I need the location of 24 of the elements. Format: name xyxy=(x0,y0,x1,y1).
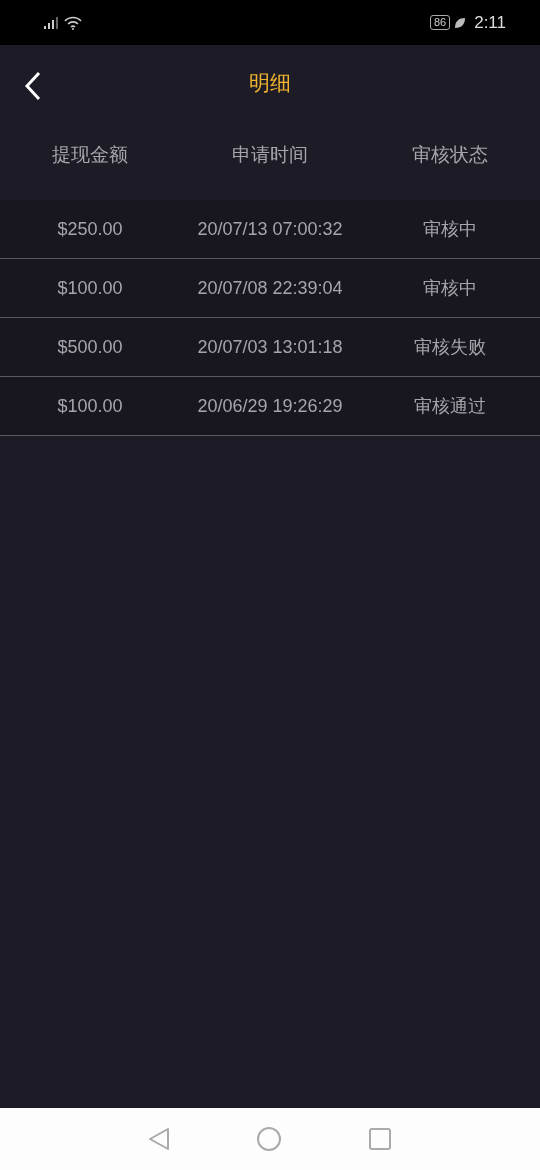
status-cell: 审核中 xyxy=(423,217,477,241)
status-cell: 审核通过 xyxy=(414,394,486,418)
recents-nav-icon[interactable] xyxy=(368,1127,392,1151)
home-nav-icon[interactable] xyxy=(256,1126,282,1152)
battery-level: 86 xyxy=(429,15,451,30)
amount-cell: $100.00 xyxy=(57,395,123,417)
amount-cell: $100.00 xyxy=(57,277,123,299)
status-cell: 审核中 xyxy=(423,276,477,300)
amount-cell: $500.00 xyxy=(57,336,123,358)
back-nav-icon[interactable] xyxy=(148,1127,170,1151)
status-cell: 审核失败 xyxy=(414,335,486,359)
page-title: 明细 xyxy=(249,69,291,97)
wifi-icon xyxy=(64,15,82,30)
time-cell: 20/07/08 22:39:04 xyxy=(197,277,343,299)
clock: 2:11 xyxy=(474,12,506,33)
signal-icon xyxy=(44,16,60,29)
time-cell: 20/06/29 19:26:29 xyxy=(197,395,343,417)
time-cell: 20/07/03 13:01:18 xyxy=(197,336,343,358)
column-header: 申请时间 xyxy=(232,142,308,167)
time-cell: 20/07/13 07:00:32 xyxy=(197,218,343,240)
column-header: 提现金额 xyxy=(52,142,128,167)
leaf-icon xyxy=(454,16,467,29)
column-header: 审核状态 xyxy=(412,142,488,167)
amount-cell: $250.00 xyxy=(57,218,123,240)
